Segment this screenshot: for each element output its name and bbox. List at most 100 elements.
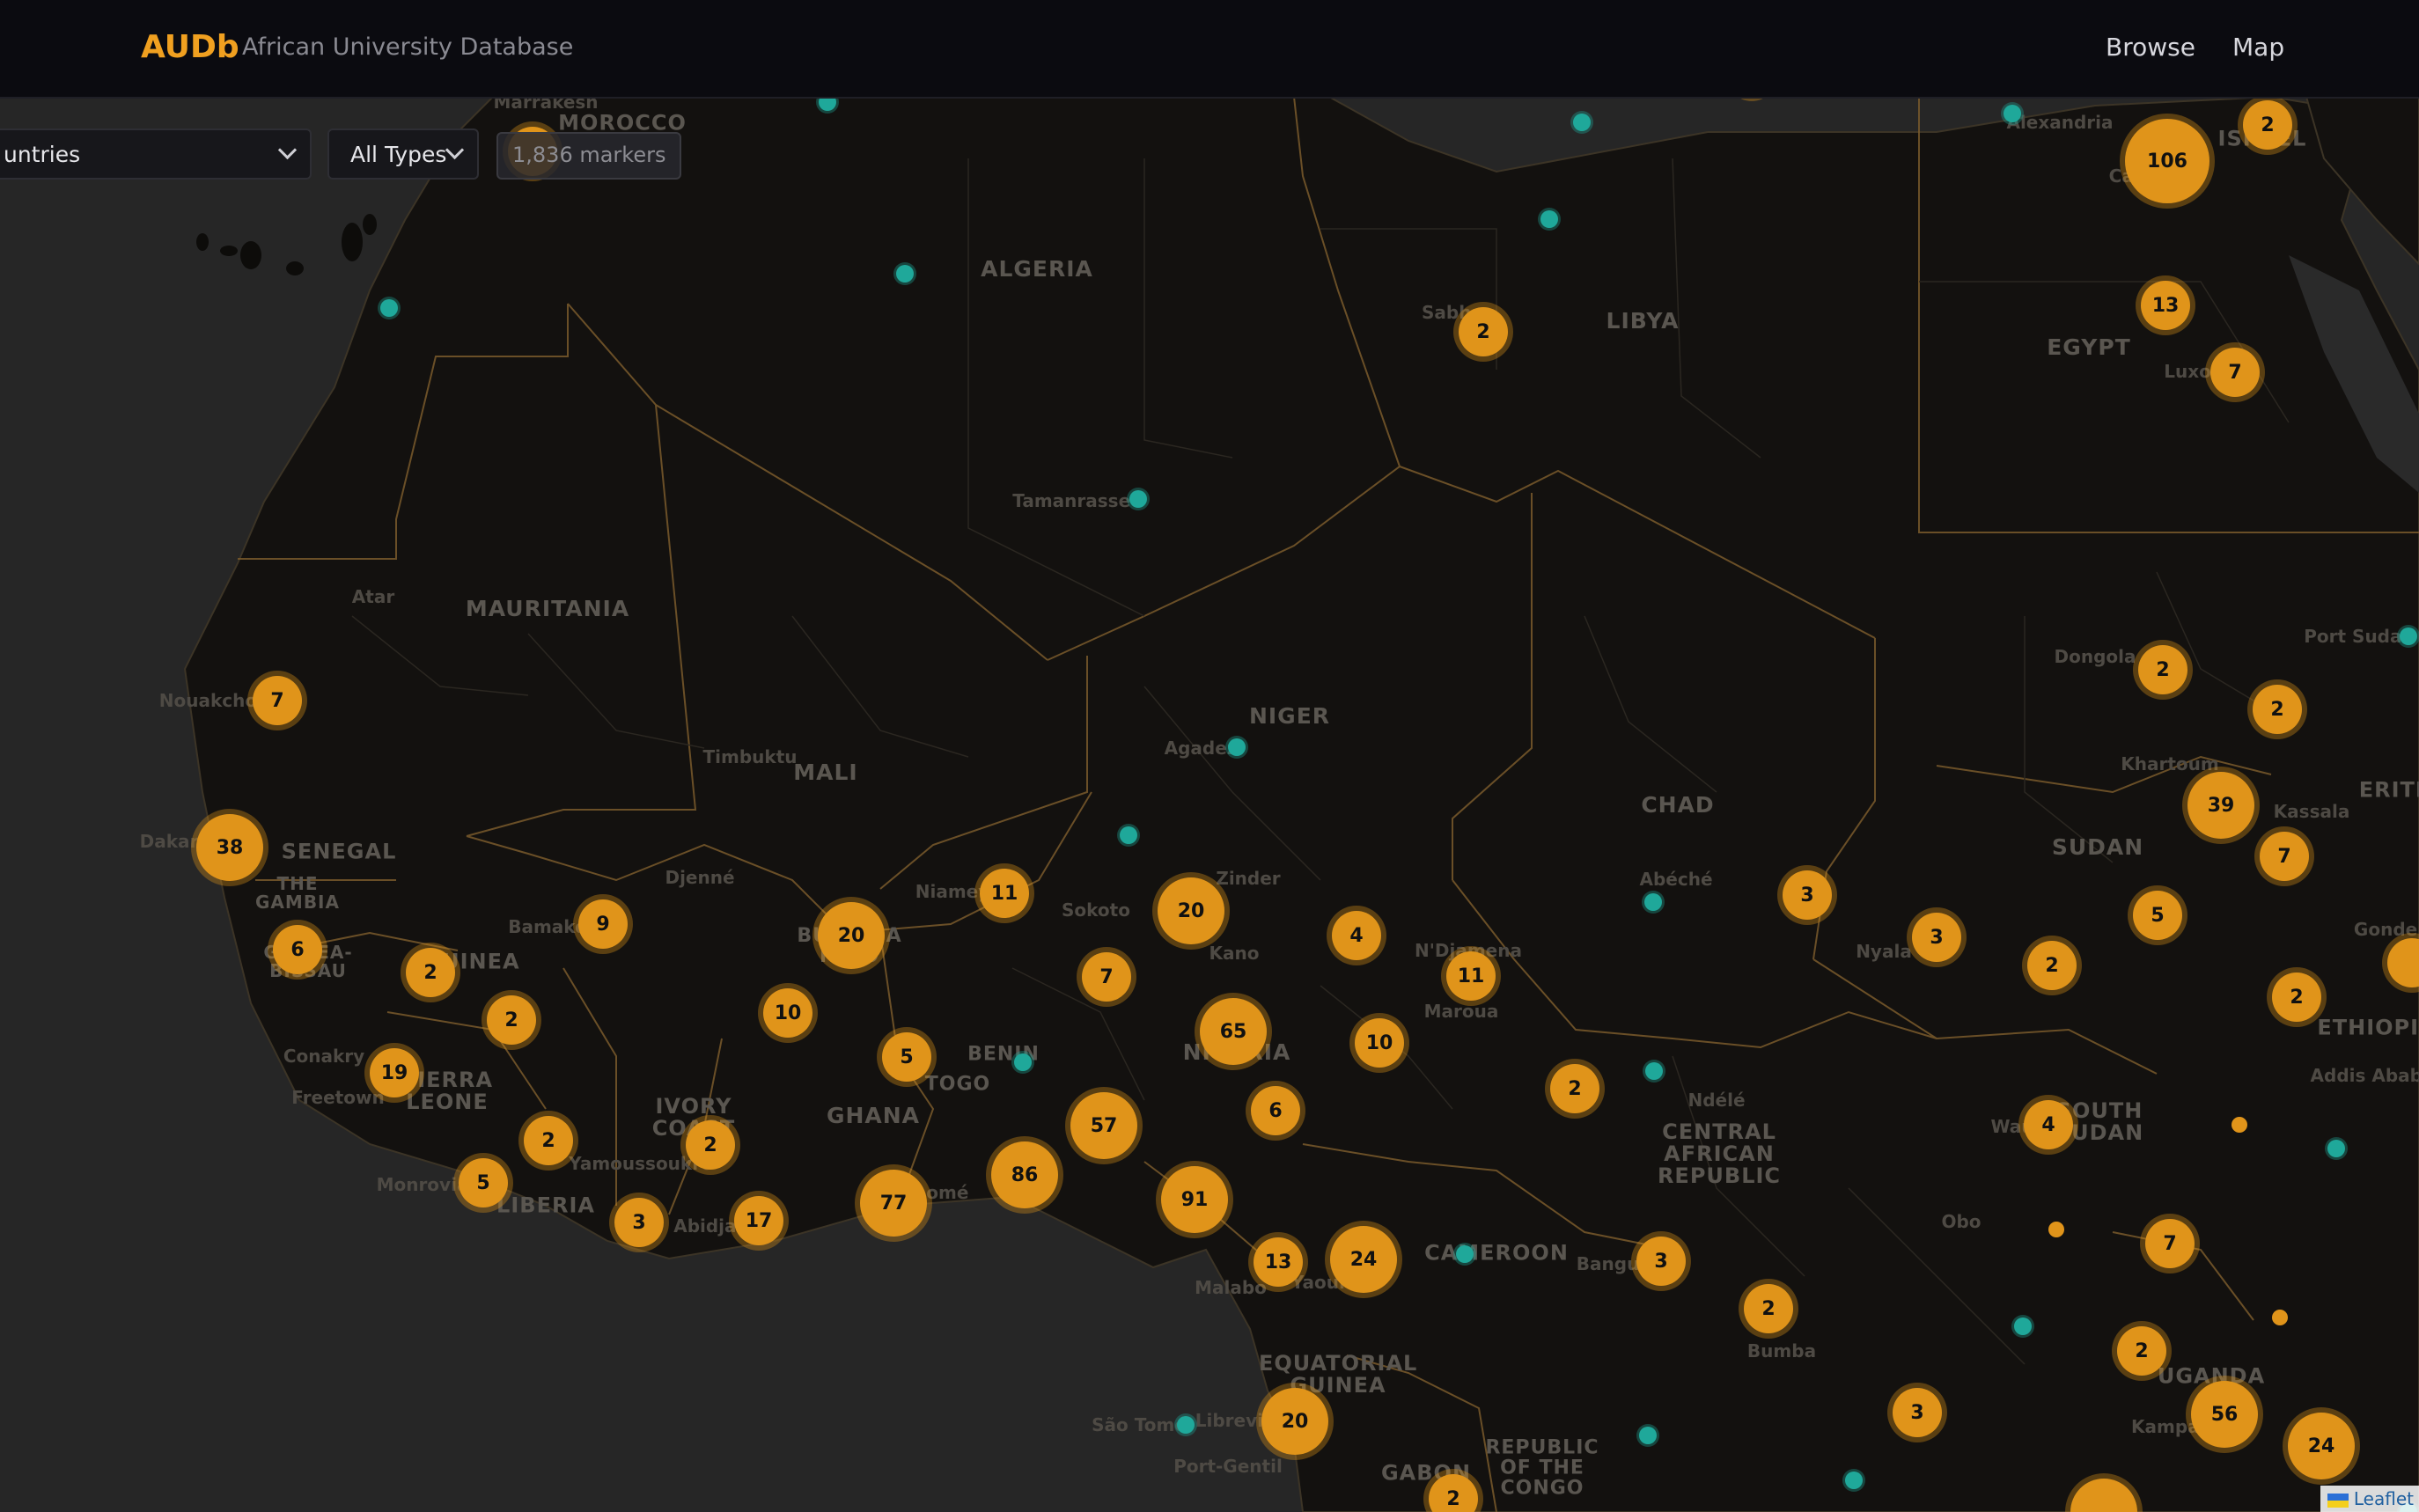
- cluster-marker[interactable]: 20: [1158, 877, 1224, 944]
- country-label: ALGERIA: [981, 255, 1093, 282]
- cluster-marker[interactable]: 6: [1251, 1086, 1300, 1135]
- cluster-marker[interactable]: 3: [1893, 1388, 1942, 1437]
- brand-logo[interactable]: AUDb: [141, 29, 239, 65]
- cluster-marker[interactable]: 106: [2125, 119, 2209, 203]
- cluster-marker[interactable]: 65: [1200, 998, 1267, 1065]
- cluster-marker[interactable]: 10: [763, 988, 812, 1038]
- university-marker[interactable]: [1456, 1245, 1474, 1263]
- map-canvas[interactable]: MOROCCO ALGERIA LIBYA EGYPT MAURITANIA M…: [0, 0, 2419, 1512]
- city-label: Khartoum: [2121, 753, 2219, 774]
- cluster-marker[interactable]: 2: [2243, 100, 2292, 150]
- cluster-marker[interactable]: 5: [882, 1032, 931, 1082]
- nav-map[interactable]: Map: [2232, 33, 2284, 62]
- cluster-marker[interactable]: 2: [2138, 645, 2187, 694]
- small-marker[interactable]: [2272, 1310, 2288, 1325]
- cluster-marker[interactable]: 20: [1261, 1388, 1328, 1455]
- small-marker[interactable]: [2232, 1117, 2247, 1133]
- cluster-marker[interactable]: 7: [253, 676, 302, 725]
- city-label: Ndélé: [1687, 1090, 1746, 1111]
- cluster-marker[interactable]: 24: [2288, 1413, 2355, 1479]
- university-marker[interactable]: [896, 265, 914, 283]
- cluster-marker[interactable]: 86: [991, 1141, 1058, 1208]
- cluster-marker[interactable]: 56: [2191, 1381, 2258, 1448]
- cluster-marker[interactable]: 19: [370, 1048, 419, 1097]
- country-label: EGYPT: [2047, 334, 2131, 360]
- cluster-marker[interactable]: 2: [686, 1120, 735, 1170]
- cluster-marker[interactable]: 2: [1744, 1284, 1793, 1333]
- cluster-marker[interactable]: 77: [860, 1170, 927, 1237]
- cluster-marker[interactable]: 2: [1550, 1064, 1599, 1113]
- cluster-marker[interactable]: 91: [1161, 1166, 1228, 1233]
- country-label: CHAD: [1641, 791, 1715, 818]
- cluster-marker[interactable]: 7: [2210, 348, 2260, 397]
- city-label: Kassala: [2273, 801, 2350, 822]
- city-label: Atar: [351, 586, 395, 607]
- university-marker[interactable]: [2400, 628, 2417, 645]
- university-marker[interactable]: [1645, 1062, 1663, 1080]
- type-select-value: All Types: [350, 142, 447, 167]
- cluster-marker[interactable]: 7: [1082, 952, 1131, 1002]
- attribution-link[interactable]: Leaflet: [2354, 1488, 2414, 1509]
- cluster-marker[interactable]: 2: [2272, 973, 2321, 1022]
- cluster-marker[interactable]: 11: [980, 869, 1029, 918]
- cluster-marker[interactable]: 5: [2133, 891, 2182, 940]
- university-marker[interactable]: [1644, 893, 1662, 911]
- cluster-marker[interactable]: 13: [2141, 281, 2190, 330]
- cluster-marker[interactable]: 2: [487, 995, 536, 1045]
- university-marker[interactable]: [1228, 738, 1246, 756]
- city-label: Agadez: [1164, 738, 1238, 759]
- nav-browse[interactable]: Browse: [2106, 33, 2195, 62]
- cluster-marker[interactable]: 38: [196, 814, 263, 881]
- small-marker[interactable]: [2048, 1222, 2064, 1237]
- cluster-marker[interactable]: 3: [1783, 870, 1832, 920]
- university-marker[interactable]: [1540, 210, 1558, 228]
- cluster-marker[interactable]: 10: [1355, 1018, 1404, 1068]
- cluster-marker[interactable]: 17: [734, 1196, 783, 1245]
- cluster-marker[interactable]: 6: [273, 925, 322, 974]
- university-marker[interactable]: [1129, 490, 1147, 508]
- university-marker[interactable]: [1014, 1053, 1032, 1071]
- cluster-marker[interactable]: 57: [1070, 1092, 1137, 1159]
- cluster-marker[interactable]: 39: [2187, 772, 2254, 839]
- cluster-marker[interactable]: 20: [818, 902, 885, 969]
- country-label: REPUBLIC OF THE CONGO: [1485, 1436, 1599, 1500]
- university-marker[interactable]: [1639, 1427, 1657, 1444]
- cluster-marker[interactable]: 3: [1912, 913, 1961, 962]
- cluster-marker[interactable]: 4: [1332, 911, 1381, 960]
- cluster-marker[interactable]: 5: [459, 1158, 508, 1207]
- cluster-marker[interactable]: 7: [2145, 1219, 2195, 1268]
- cluster-marker[interactable]: 2: [1459, 307, 1508, 356]
- cluster-marker[interactable]: 7: [2260, 832, 2309, 881]
- country-label: MALI: [793, 759, 858, 785]
- city-label: Bamako: [508, 916, 587, 937]
- cluster-marker[interactable]: 2: [524, 1116, 573, 1165]
- university-marker[interactable]: [380, 299, 398, 317]
- cluster-marker[interactable]: 11: [1446, 951, 1496, 1001]
- university-marker[interactable]: [2004, 105, 2021, 122]
- map-attribution[interactable]: Leaflet: [2320, 1486, 2419, 1512]
- cluster-marker[interactable]: 13: [1254, 1237, 1303, 1287]
- cluster-marker[interactable]: 2: [406, 948, 455, 997]
- cluster-marker[interactable]: 9: [578, 899, 628, 949]
- cluster-marker[interactable]: 3: [614, 1198, 664, 1247]
- type-select[interactable]: All Types: [327, 128, 479, 180]
- city-label: Bumba: [1746, 1340, 1817, 1362]
- cluster-marker[interactable]: 3: [1636, 1237, 1686, 1286]
- cluster-marker[interactable]: 24: [1330, 1226, 1397, 1293]
- university-marker[interactable]: [2327, 1140, 2345, 1157]
- city-label: Obo: [1941, 1211, 1982, 1232]
- university-marker[interactable]: [1177, 1416, 1195, 1434]
- university-marker[interactable]: [1845, 1472, 1863, 1489]
- country-label: SENEGAL: [281, 839, 397, 864]
- university-marker[interactable]: [1573, 114, 1591, 131]
- city-label: Addis Ababa: [2310, 1065, 2419, 1086]
- university-marker[interactable]: [1120, 826, 1137, 844]
- cluster-marker[interactable]: 2: [2253, 685, 2302, 734]
- cluster-marker[interactable]: 2: [2117, 1326, 2166, 1376]
- cluster-marker[interactable]: 4: [2024, 1100, 2073, 1149]
- cluster-marker[interactable]: 2: [2027, 941, 2077, 990]
- university-marker[interactable]: [2014, 1317, 2032, 1335]
- country-select[interactable]: untries: [0, 128, 312, 180]
- chevron-down-icon: [277, 140, 298, 160]
- city-label: Timbuktu: [702, 746, 798, 767]
